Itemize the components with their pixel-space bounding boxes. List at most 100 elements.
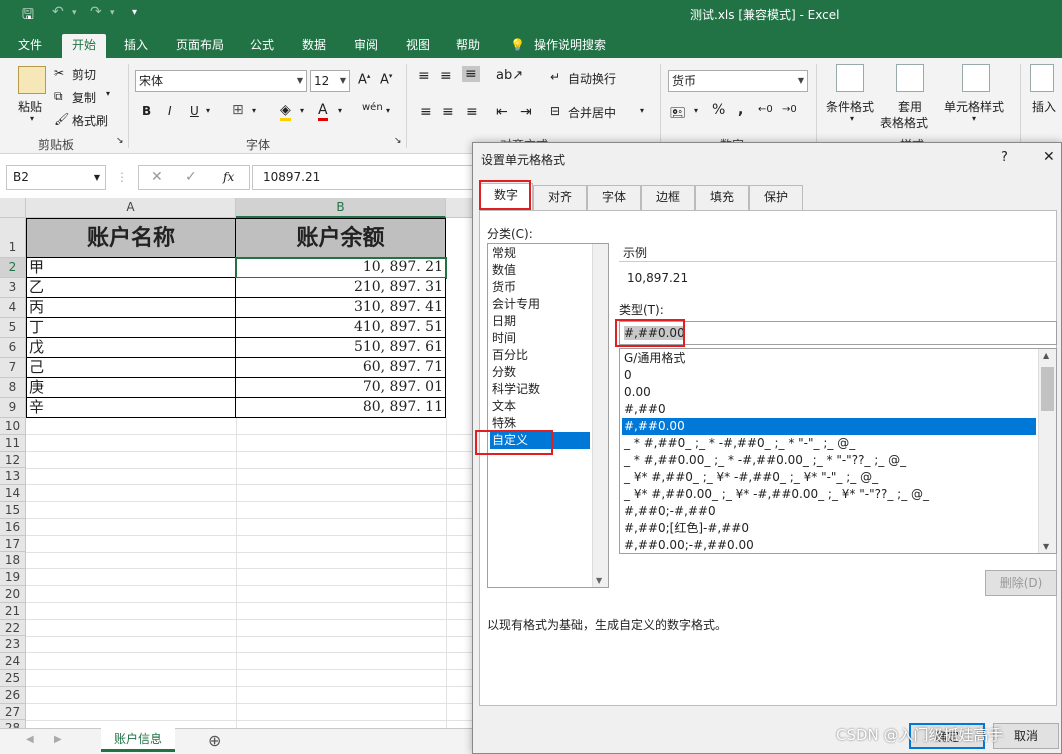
cut-button[interactable]: 剪切 bbox=[72, 66, 96, 83]
cell-account-name[interactable]: 戊 bbox=[26, 338, 236, 358]
tab-protection[interactable]: 保护 bbox=[749, 185, 803, 210]
row-header[interactable]: 3 bbox=[0, 278, 26, 298]
help-button[interactable]: ? bbox=[1001, 150, 1008, 165]
column-header-c[interactable] bbox=[446, 198, 472, 218]
tab-alignment[interactable]: 对齐 bbox=[533, 185, 587, 210]
tab-fill[interactable]: 填充 bbox=[695, 185, 749, 210]
row-header[interactable]: 8 bbox=[0, 378, 26, 398]
category-item[interactable]: 科学记数 bbox=[490, 381, 590, 398]
category-item[interactable]: 常规 bbox=[490, 245, 590, 262]
insert-function-icon[interactable]: fx bbox=[223, 170, 234, 184]
category-scrollbar[interactable]: ▼ bbox=[592, 244, 608, 587]
font-launcher-icon[interactable]: ↘ bbox=[394, 136, 402, 146]
merge-center-button[interactable]: 合并居中 bbox=[568, 104, 616, 121]
tab-file[interactable]: 文件 bbox=[8, 34, 52, 58]
tab-review[interactable]: 审阅 bbox=[344, 34, 388, 58]
format-item[interactable]: G/通用格式 bbox=[622, 350, 1036, 367]
conditional-format-button[interactable]: 条件格式 bbox=[826, 98, 874, 115]
category-item[interactable]: 分数 bbox=[490, 364, 590, 381]
header-cell-account-balance[interactable]: 账户余额 bbox=[236, 218, 446, 258]
cell-account-name[interactable]: 乙 bbox=[26, 278, 236, 298]
worksheet[interactable]: A B 1 账户名称 账户余额 2 甲 10, 897. 21 3 乙 210, 897.… bbox=[0, 198, 472, 728]
customize-qat-icon[interactable]: ▾ bbox=[132, 7, 137, 18]
cell-account-balance[interactable]: 510, 897. 61 bbox=[236, 338, 446, 358]
align-middle-icon[interactable]: ≡ bbox=[440, 68, 452, 84]
tab-help[interactable]: 帮助 bbox=[446, 34, 490, 58]
cell-account-balance[interactable]: 60, 897. 71 bbox=[236, 358, 446, 378]
row-header[interactable]: 19 bbox=[0, 569, 26, 586]
row-header[interactable]: 23 bbox=[0, 636, 26, 654]
chevron-down-icon[interactable]: ▾ bbox=[972, 114, 976, 123]
tab-view[interactable]: 视图 bbox=[396, 34, 440, 58]
insert-cells-button[interactable]: 插入 bbox=[1032, 98, 1056, 115]
font-color-icon[interactable]: A bbox=[318, 102, 328, 121]
format-list[interactable]: G/通用格式 0 0.00 #,##0 #,##0.00 _ * #,##0_ ;_ * … bbox=[619, 348, 1057, 554]
paste-button[interactable]: 粘贴 bbox=[18, 98, 42, 115]
category-item[interactable]: 数值 bbox=[490, 262, 590, 279]
category-item[interactable]: 日期 bbox=[490, 313, 590, 330]
currency-dropdown-icon[interactable]: ▾ bbox=[694, 106, 698, 115]
increase-indent-icon[interactable]: ⇥ bbox=[520, 104, 532, 120]
borders-dropdown-icon[interactable]: ▾ bbox=[252, 106, 256, 115]
row-header[interactable]: 11 bbox=[0, 434, 26, 452]
row-header[interactable]: 24 bbox=[0, 653, 26, 670]
row-header[interactable]: 22 bbox=[0, 619, 26, 637]
row-header[interactable]: 13 bbox=[0, 468, 26, 486]
decrease-font-icon[interactable]: A▾ bbox=[380, 72, 392, 87]
bold-button[interactable]: B bbox=[142, 104, 151, 118]
cell-account-name[interactable]: 丁 bbox=[26, 318, 236, 338]
column-header-b[interactable]: B bbox=[236, 198, 446, 218]
merge-dropdown-icon[interactable]: ▾ bbox=[640, 106, 644, 115]
add-sheet-icon[interactable]: ⊕ bbox=[208, 731, 221, 750]
redo-icon[interactable]: ↷ bbox=[90, 4, 102, 20]
orientation-icon[interactable]: ab↗ bbox=[496, 68, 523, 83]
format-item[interactable]: #,##0 bbox=[622, 401, 1036, 418]
wrap-text-button[interactable]: 自动换行 bbox=[568, 70, 616, 87]
copy-button[interactable]: 复制 bbox=[72, 89, 96, 106]
cell-styles-button[interactable]: 单元格样式 bbox=[944, 98, 1004, 115]
decrease-indent-icon[interactable]: ⇤ bbox=[496, 104, 508, 120]
format-item[interactable]: _ ¥* #,##0.00_ ;_ ¥* -#,##0.00_ ;_ ¥* "-… bbox=[622, 486, 1036, 503]
cell-account-balance[interactable]: 70, 897. 01 bbox=[236, 378, 446, 398]
cell-account-name[interactable]: 丙 bbox=[26, 298, 236, 318]
currency-icon[interactable]: 🖭 bbox=[670, 104, 685, 126]
fill-color-icon[interactable]: ◈ bbox=[280, 102, 291, 121]
cell-account-balance[interactable]: 80, 897. 11 bbox=[236, 398, 446, 418]
comma-button[interactable]: , bbox=[738, 102, 743, 118]
tab-font[interactable]: 字体 bbox=[587, 185, 641, 210]
redo-dropdown-icon[interactable]: ▾ bbox=[110, 8, 115, 18]
row-header[interactable]: 4 bbox=[0, 298, 26, 318]
borders-icon[interactable]: ⊞ bbox=[232, 102, 244, 118]
cell-account-name[interactable]: 庚 bbox=[26, 378, 236, 398]
decrease-decimal-icon[interactable]: →0 bbox=[782, 104, 797, 115]
cell-account-balance[interactable]: 410, 897. 51 bbox=[236, 318, 446, 338]
format-item[interactable]: _ * #,##0.00_ ;_ * -#,##0.00_ ;_ * "-"??… bbox=[622, 452, 1036, 469]
category-item[interactable]: 会计专用 bbox=[490, 296, 590, 313]
column-header-a[interactable]: A bbox=[26, 198, 236, 218]
row-header[interactable]: 20 bbox=[0, 586, 26, 603]
row-header[interactable]: 25 bbox=[0, 670, 26, 687]
category-list[interactable]: 常规 数值 货币 会计专用 日期 时间 百分比 分数 科学记数 文本 特殊 自定义 ▼ bbox=[487, 243, 609, 588]
row-header[interactable]: 16 bbox=[0, 518, 26, 536]
name-box[interactable]: B2 ▼ bbox=[6, 165, 106, 190]
sheet-tab-account-info[interactable]: 账户信息 bbox=[101, 728, 175, 752]
header-cell-account-name[interactable]: 账户名称 bbox=[26, 218, 236, 258]
scroll-thumb[interactable] bbox=[1041, 367, 1054, 411]
enter-icon[interactable]: ✓ bbox=[185, 169, 197, 185]
undo-dropdown-icon[interactable]: ▾ bbox=[72, 8, 77, 18]
percent-button[interactable]: % bbox=[712, 102, 725, 118]
row-header[interactable]: 1 bbox=[0, 218, 26, 258]
tab-home[interactable]: 开始 bbox=[62, 34, 107, 58]
row-header[interactable]: 14 bbox=[0, 485, 26, 502]
underline-dropdown-icon[interactable]: ▾ bbox=[206, 106, 210, 115]
format-item[interactable]: #,##0.00 bbox=[622, 418, 1036, 435]
delete-button[interactable]: 删除(D) bbox=[985, 570, 1057, 596]
row-header[interactable]: 6 bbox=[0, 338, 26, 358]
row-header[interactable]: 27 bbox=[0, 703, 26, 721]
cancel-icon[interactable]: ✕ bbox=[151, 169, 163, 185]
cell-account-balance[interactable]: 310, 897. 41 bbox=[236, 298, 446, 318]
clipboard-launcher-icon[interactable]: ↘ bbox=[116, 136, 124, 146]
cell-account-name[interactable]: 甲 bbox=[26, 258, 236, 278]
increase-decimal-icon[interactable]: ←0 bbox=[758, 104, 773, 115]
paste-dropdown-icon[interactable]: ▾ bbox=[30, 114, 34, 123]
